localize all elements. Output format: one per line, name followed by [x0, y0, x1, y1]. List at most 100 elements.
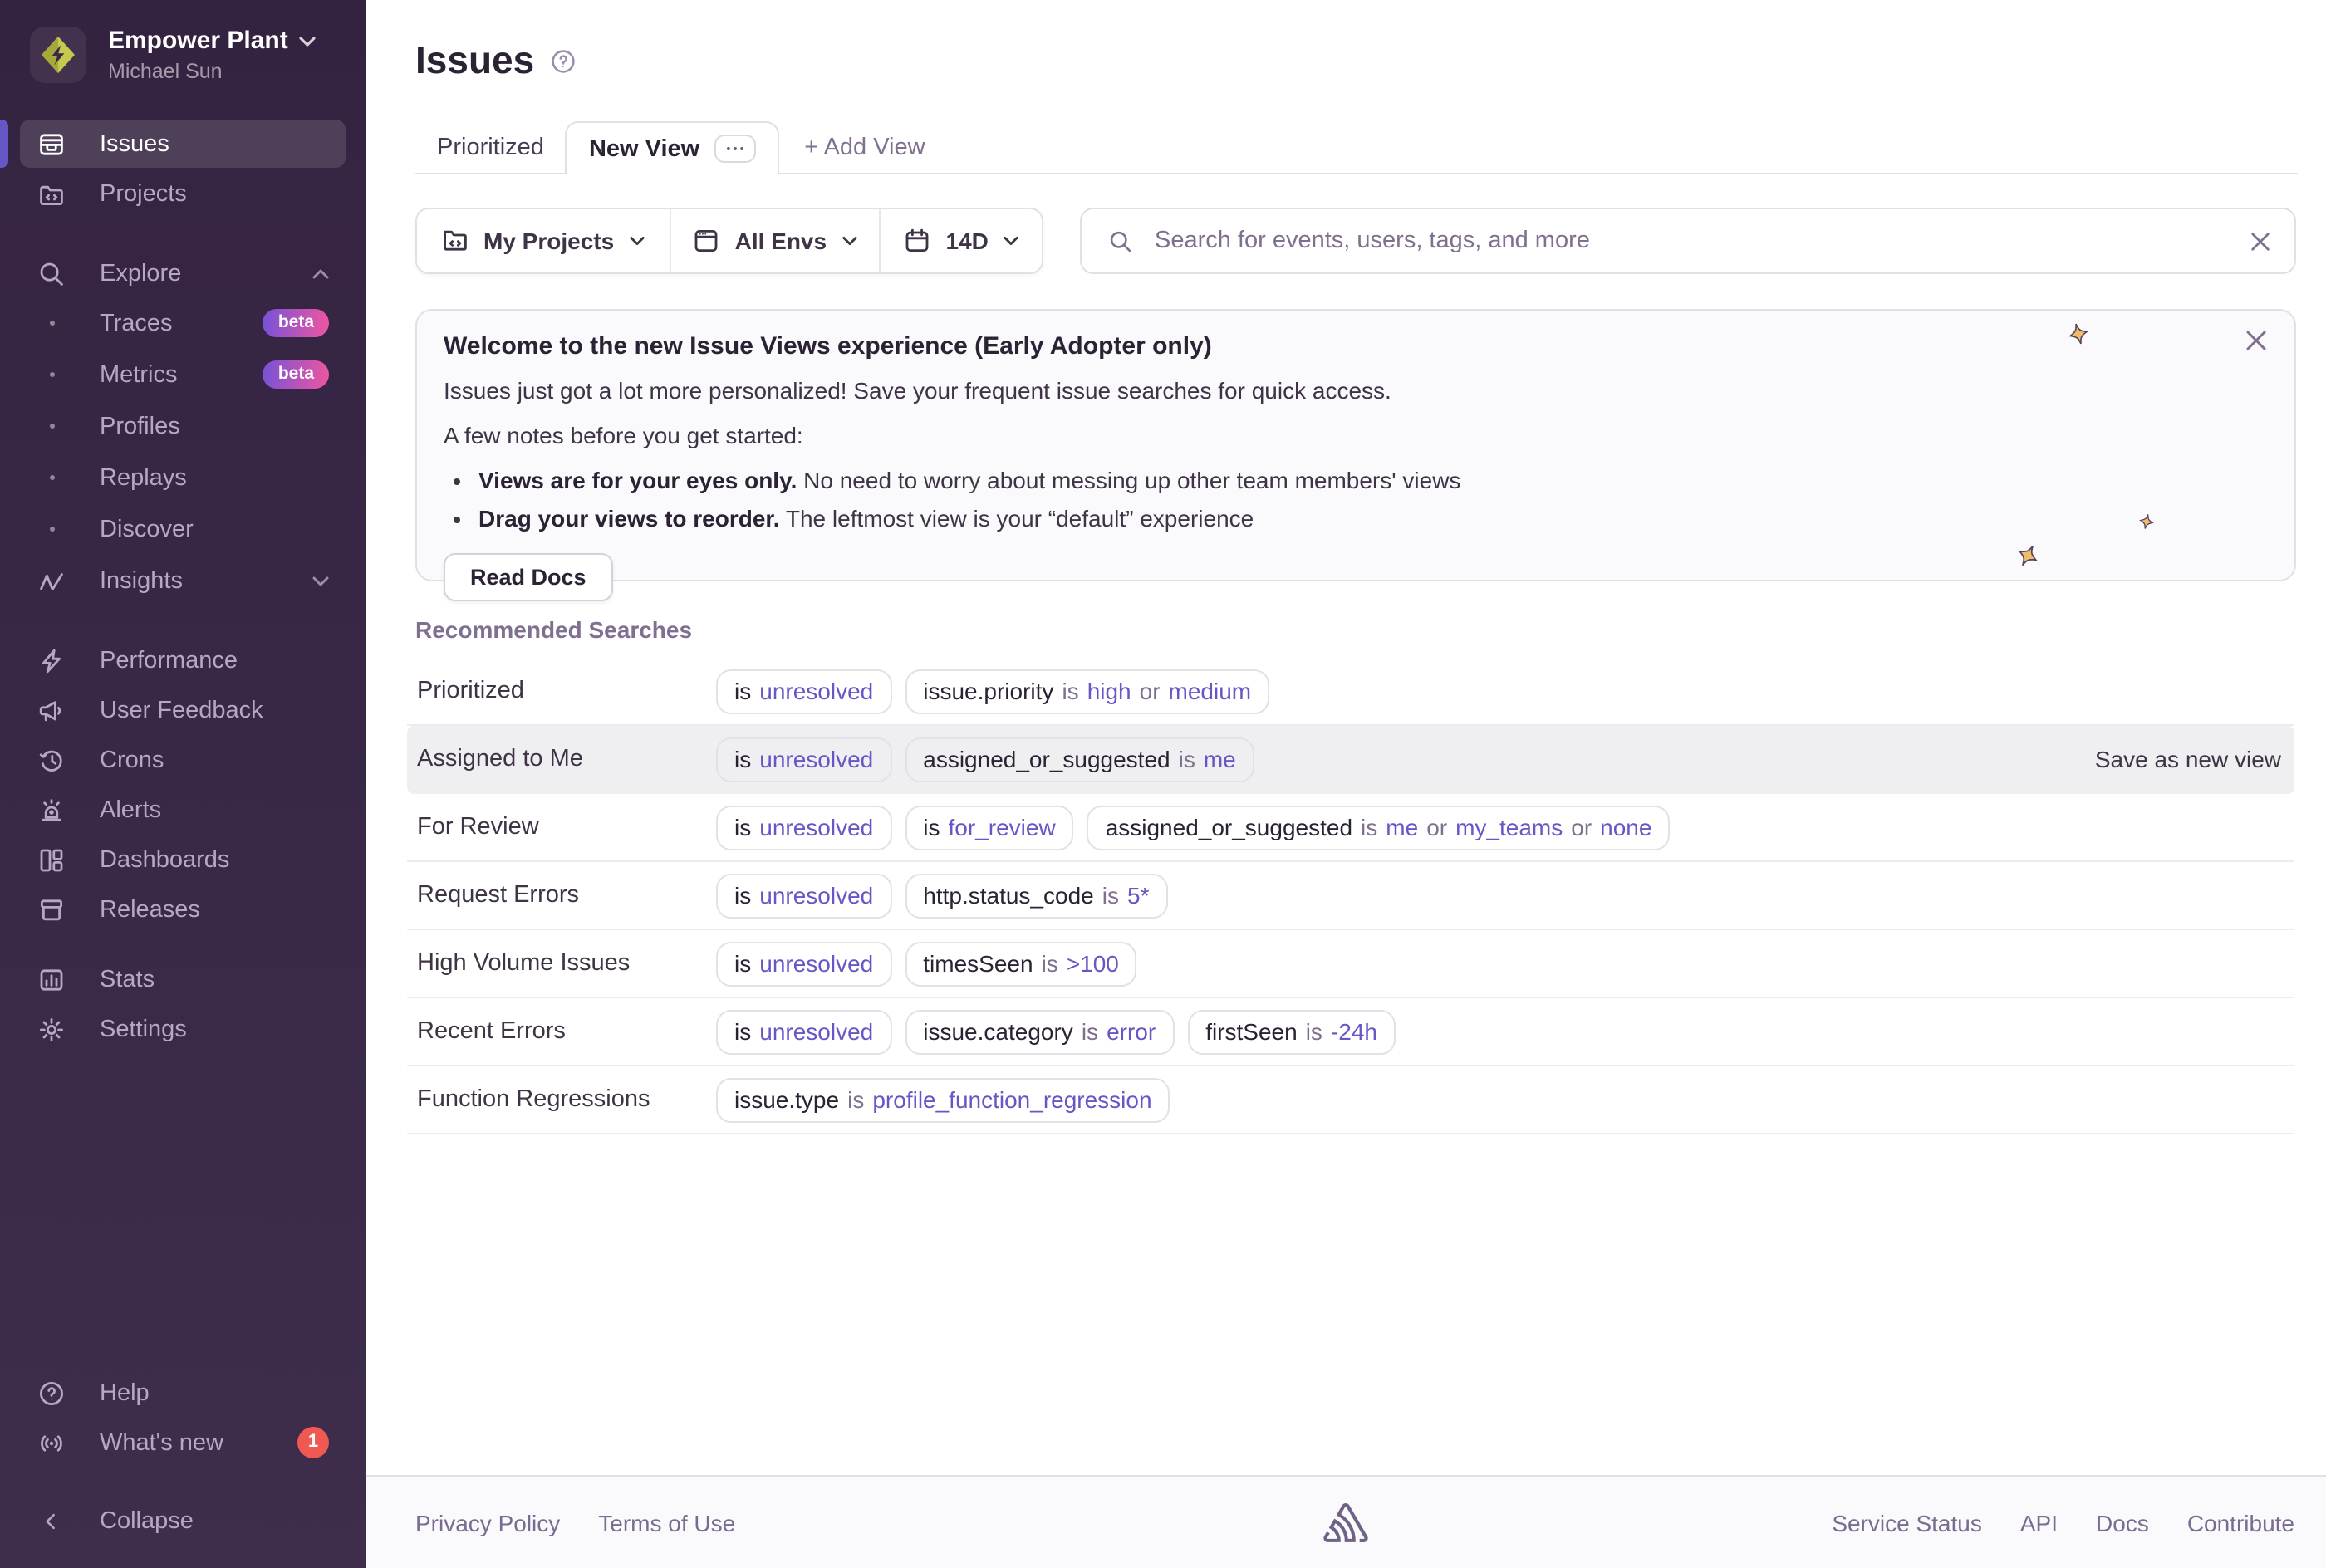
sidebar-item-crons[interactable]: Crons [20, 736, 346, 784]
projects-icon [442, 228, 469, 254]
footer-links-right: Service Status API Docs Contribute [1832, 1509, 2294, 1536]
save-as-new-view-button[interactable]: Save as new view [2095, 746, 2281, 772]
sidebar-item-alerts[interactable]: Alerts [20, 786, 346, 834]
recommended-search-row-function-regressions[interactable]: Function Regressionsissue.typeisprofile_… [407, 1066, 2294, 1134]
search-bar [1080, 208, 2296, 274]
tab-prioritized[interactable]: Prioritized [415, 121, 566, 173]
main-content: Issues Prioritized New View + Add View [366, 0, 2326, 1568]
footer-link-docs[interactable]: Docs [2096, 1509, 2149, 1536]
footer-link-service-status[interactable]: Service Status [1832, 1509, 1982, 1536]
sidebar-item-dashboards[interactable]: Dashboards [20, 835, 346, 884]
row-label: Assigned to Me [417, 746, 716, 772]
app-window: Empower Plant Michael Sun Issues Projects… [0, 0, 2326, 1568]
projects-icon [37, 180, 66, 207]
footer-link-api[interactable]: API [2020, 1509, 2058, 1536]
read-docs-button[interactable]: Read Docs [444, 553, 613, 601]
bullet-dot-icon [37, 424, 66, 429]
search-filter-chip: isunresolved [716, 669, 891, 713]
recommended-search-row-recent-errors[interactable]: Recent Errorsisunresolvedissue.categoryi… [407, 998, 2294, 1066]
tab-label: New View [589, 135, 699, 162]
sidebar-item-performance[interactable]: Performance [20, 636, 346, 684]
banner-bullet-list: Views are for your eyes only. No need to… [478, 467, 2268, 532]
sidebar-item-explore[interactable]: Explore [20, 249, 346, 297]
sidebar-item-label: Performance [100, 647, 238, 674]
sidebar-item-label: Metrics [100, 361, 177, 388]
search-icon [37, 260, 66, 287]
chevron-up-icon [312, 268, 329, 278]
date-range-filter[interactable]: 14D [881, 209, 1042, 272]
footer: Privacy Policy Terms of Use Service Statu… [366, 1475, 2326, 1568]
tab-new-view[interactable]: New View [566, 121, 779, 174]
banner-body: Issues just got a lot more personalized!… [444, 377, 2268, 404]
alerts-icon [37, 796, 66, 823]
org-switcher[interactable]: Empower Plant Michael Sun [0, 0, 366, 106]
sidebar-item-insights[interactable]: Insights [20, 556, 346, 605]
sidebar-item-label: Projects [100, 180, 187, 207]
sidebar-collapse-button[interactable]: Collapse [20, 1497, 346, 1545]
page-title: Issues [415, 38, 534, 83]
search-filter-chip: isunresolved [716, 941, 891, 986]
sidebar-item-what-s-new[interactable]: What's new 1 [20, 1419, 346, 1467]
bullet-dot-icon [37, 372, 66, 377]
footer-link-privacy-policy[interactable]: Privacy Policy [415, 1509, 560, 1536]
row-label: Request Errors [417, 882, 716, 909]
sidebar-item-settings[interactable]: Settings [20, 1005, 346, 1053]
add-view-label: + Add View [804, 134, 925, 160]
sidebar-item-releases[interactable]: Releases [20, 885, 346, 933]
search-filter-chip: isunresolved [716, 873, 891, 918]
chevron-left-icon [37, 1509, 66, 1532]
dashboards-icon [37, 846, 66, 873]
search-filter-chip: isunresolved [716, 737, 891, 782]
sidebar-item-label: Profiles [100, 413, 180, 439]
sidebar-item-replays[interactable]: Replays [20, 453, 346, 502]
recommended-search-row-prioritized[interactable]: Prioritizedisunresolvedissue.priorityish… [407, 658, 2294, 726]
recommended-search-row-high-volume-issues[interactable]: High Volume IssuesisunresolvedtimesSeeni… [407, 930, 2294, 998]
recommended-search-row-request-errors[interactable]: Request Errorsisunresolvedhttp.status_co… [407, 862, 2294, 930]
close-icon [2250, 230, 2271, 252]
sidebar-item-label: Crons [100, 747, 164, 773]
footer-link-contribute[interactable]: Contribute [2187, 1509, 2294, 1536]
environment-filter[interactable]: All Envs [670, 209, 879, 272]
sidebar-item-help[interactable]: Help [20, 1369, 346, 1417]
sidebar-item-label: Traces [100, 310, 173, 336]
tab-options-button[interactable] [714, 135, 756, 163]
sidebar-item-traces[interactable]: Tracesbeta [20, 299, 346, 347]
sidebar-item-stats[interactable]: Stats [20, 955, 346, 1003]
sidebar-item-user-feedback[interactable]: User Feedback [20, 686, 346, 734]
search-filter-chip: timesSeenis>100 [905, 941, 1137, 986]
recommended-search-row-assigned-to-me[interactable]: Assigned to Meisunresolved assigned_or_su… [407, 726, 2294, 794]
sidebar-item-label: User Feedback [100, 697, 263, 723]
banner-close-button[interactable] [2245, 329, 2268, 352]
calendar-icon [905, 228, 931, 254]
notification-badge: 1 [297, 1427, 329, 1458]
date-range-filter-value: 14D [946, 228, 989, 254]
clear-search-button[interactable] [2250, 230, 2271, 252]
footer-link-terms-of-use[interactable]: Terms of Use [598, 1509, 735, 1536]
row-label: For Review [417, 814, 716, 840]
search-icon [1105, 228, 1135, 253]
sidebar-item-discover[interactable]: Discover [20, 505, 346, 553]
bullet-dot-icon [37, 475, 66, 480]
user-name: Michael Sun [108, 60, 317, 83]
search-filter-chip: issue.categoryiserror [905, 1009, 1174, 1054]
help-circle-icon[interactable] [549, 47, 576, 74]
help-icon [37, 1379, 66, 1406]
sidebar-item-issues[interactable]: Issues [20, 120, 346, 168]
sidebar-item-label: What's new [100, 1429, 223, 1456]
projects-filter[interactable]: My Projects [417, 209, 669, 272]
recommended-searches-heading: Recommended Searches [415, 616, 692, 643]
sidebar-item-projects[interactable]: Projects [20, 169, 346, 218]
search-input[interactable] [1151, 226, 2233, 256]
collapse-label: Collapse [100, 1507, 194, 1534]
chevron-down-icon [842, 236, 856, 246]
add-view-button[interactable]: + Add View [779, 121, 950, 173]
sidebar-item-profiles[interactable]: Profiles [20, 402, 346, 450]
sentry-logo-icon [1323, 1502, 1368, 1542]
bullet-dot-icon [37, 527, 66, 532]
sidebar: Empower Plant Michael Sun Issues Projects… [0, 0, 366, 1568]
search-filter-chip: assigned_or_suggestedisme [905, 737, 1254, 782]
recommended-search-row-for-review[interactable]: For Reviewisunresolvedisfor_reviewassign… [407, 794, 2294, 862]
search-filter-chip: issue.priorityishighormedium [905, 669, 1269, 713]
sidebar-item-metrics[interactable]: Metricsbeta [20, 350, 346, 399]
banner-bullet: Drag your views to reorder. The leftmost… [478, 505, 2268, 532]
